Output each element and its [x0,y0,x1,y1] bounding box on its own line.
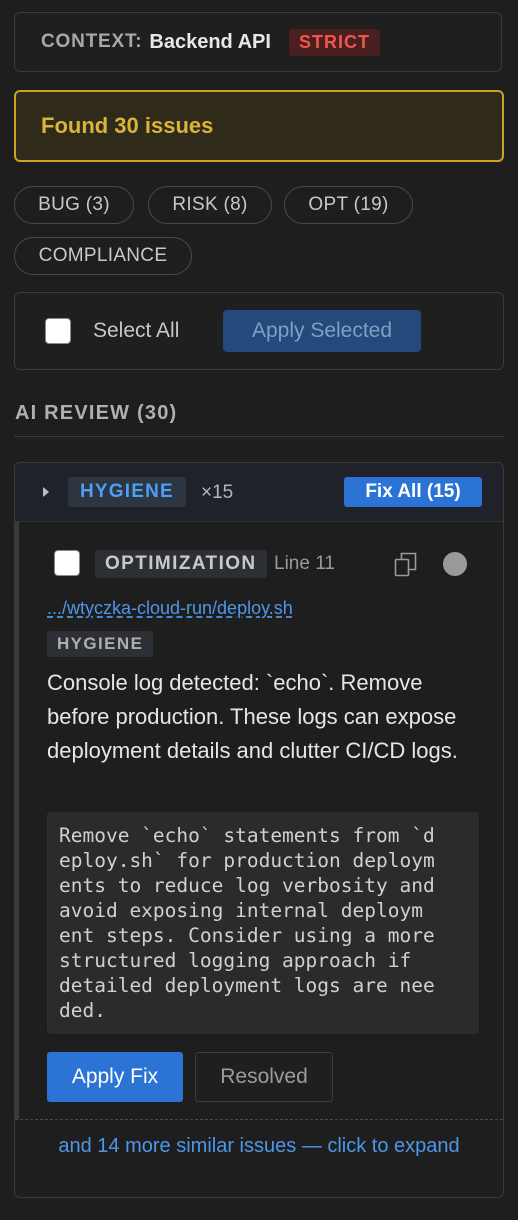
select-all-label[interactable]: Select All [93,319,179,343]
issue-line-number: Line 11 [274,553,335,574]
select-all-checkbox[interactable] [45,318,71,344]
issue-checkbox[interactable] [54,550,80,576]
filter-chip-compliance[interactable]: COMPLIANCE [14,237,192,275]
apply-fix-button[interactable]: Apply Fix [47,1052,183,1102]
issue-group-card: HYGIENE ×15 Fix All (15) OPTIMIZATION Li… [14,462,504,1198]
issue-type-badge: OPTIMIZATION [95,550,267,578]
section-title: AI REVIEW (30) [15,402,178,424]
issue-message: Console log detected: `echo`. Remove bef… [47,670,458,763]
bulk-actions-bar: Select All Apply Selected [14,292,504,370]
issue-group-header[interactable]: HYGIENE ×15 Fix All (15) [15,463,503,522]
found-issues-banner: Found 30 issues [14,90,504,162]
dashed-divider [15,1119,503,1120]
filter-chip-bug[interactable]: BUG (3) [14,186,134,224]
ai-review-panel: CONTEXT: Backend API STRICT Found 30 iss… [0,0,518,1220]
group-count: ×15 [201,482,234,503]
expand-more-link[interactable]: and 14 more similar issues — click to ex… [35,1133,483,1159]
status-dot-icon[interactable] [443,552,467,576]
suggestion-text: Remove `echo` statements from `d eploy.s… [59,824,435,1022]
resolved-button[interactable]: Resolved [195,1052,333,1102]
filter-chip-opt[interactable]: OPT (19) [284,186,413,224]
copy-icon[interactable] [394,551,418,577]
context-label: CONTEXT: [41,31,143,52]
file-path-link[interactable]: .../wtyczka-cloud-run/deploy.sh [47,598,293,619]
apply-selected-button[interactable]: Apply Selected [223,310,421,352]
suggestion-code-block: Remove `echo` statements from `d eploy.s… [47,812,479,1034]
caret-right-icon[interactable] [43,487,49,497]
context-value: Backend API [149,30,271,53]
context-bar: CONTEXT: Backend API STRICT [14,12,502,72]
found-issues-text: Found 30 issues [41,113,214,138]
issue-tag-badge: HYGIENE [47,631,154,657]
strict-badge: STRICT [288,28,380,56]
filter-chip-risk[interactable]: RISK (8) [148,186,272,224]
category-badge: HYGIENE [68,477,186,507]
section-divider [14,436,504,437]
fix-all-button[interactable]: Fix All (15) [344,477,482,507]
issue-item: OPTIMIZATION Line 11 .../wtyczka-cloud-r… [15,522,503,1119]
